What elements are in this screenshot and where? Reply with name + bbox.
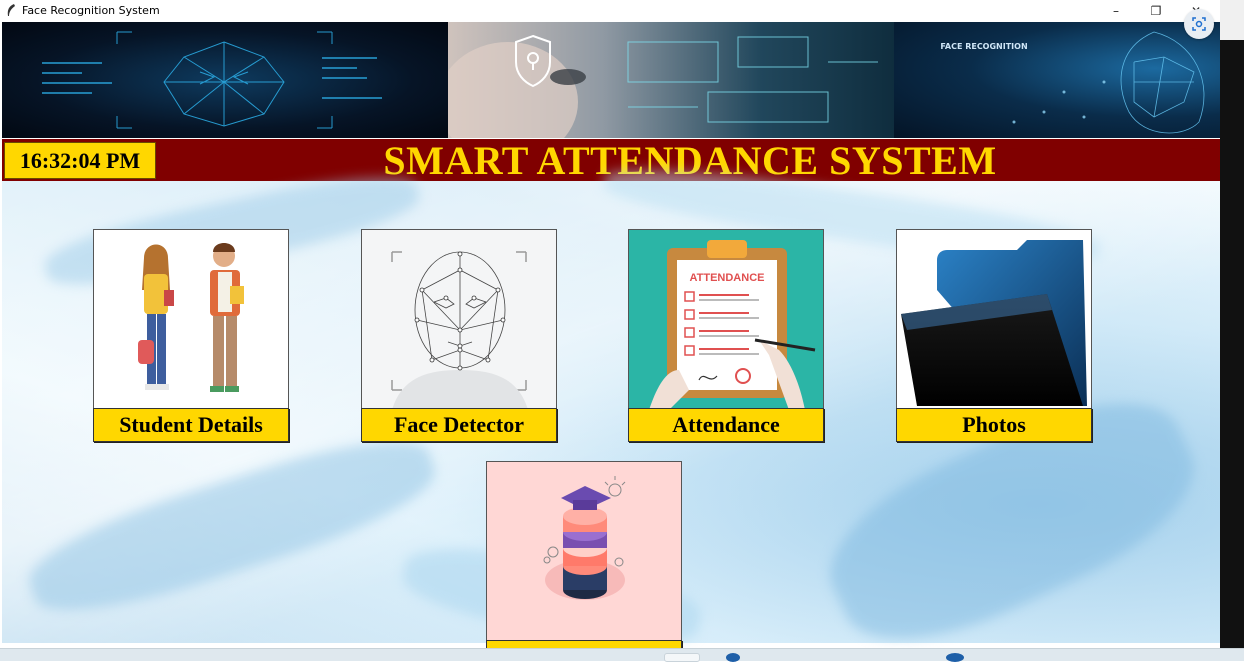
window-title: Face Recognition System bbox=[22, 4, 160, 17]
face-detector-button[interactable]: Face Detector bbox=[361, 229, 557, 443]
banner-eye-scan-image bbox=[448, 22, 894, 138]
minimize-button[interactable]: – bbox=[1096, 0, 1136, 21]
students-illustration-icon bbox=[93, 229, 289, 409]
banner-face-scan-image bbox=[2, 22, 448, 138]
attendance-clipboard-illustration-icon: ATTENDANCE bbox=[628, 229, 824, 409]
app-window: Face Recognition System – ❐ ✕ bbox=[0, 0, 1220, 648]
window-edge bbox=[1220, 0, 1244, 648]
photos-label: Photos bbox=[896, 408, 1092, 442]
student-details-label: Student Details bbox=[93, 408, 289, 442]
face-mesh-illustration-icon bbox=[361, 229, 557, 409]
student-details-button[interactable]: Student Details bbox=[93, 229, 289, 443]
attendance-label: Attendance bbox=[628, 408, 824, 442]
data-stack-illustration-icon bbox=[486, 461, 682, 641]
folder-icon bbox=[896, 229, 1092, 409]
banner: FACE RECOGNITION bbox=[2, 22, 1220, 138]
title-bar: Face Recognition System bbox=[0, 0, 1220, 21]
camera-lens-icon bbox=[1192, 17, 1206, 31]
taskbar bbox=[0, 648, 1244, 662]
train-data-button[interactable]: Train Data bbox=[486, 461, 682, 648]
attendance-button[interactable]: ATTENDANCE Attendance bbox=[628, 229, 824, 443]
face-detector-label: Face Detector bbox=[361, 408, 557, 442]
train-data-label: Train Data bbox=[486, 640, 682, 648]
restore-button[interactable]: ❐ bbox=[1136, 0, 1176, 21]
banner-face-recognition-image: FACE RECOGNITION bbox=[894, 22, 1220, 138]
feather-app-icon bbox=[4, 4, 18, 18]
screen-capture-lens-button[interactable] bbox=[1184, 9, 1214, 39]
svg-text:ATTENDANCE: ATTENDANCE bbox=[690, 272, 765, 284]
photos-button[interactable]: Photos bbox=[896, 229, 1092, 443]
clock-display: 16:32:04 PM bbox=[4, 142, 156, 179]
